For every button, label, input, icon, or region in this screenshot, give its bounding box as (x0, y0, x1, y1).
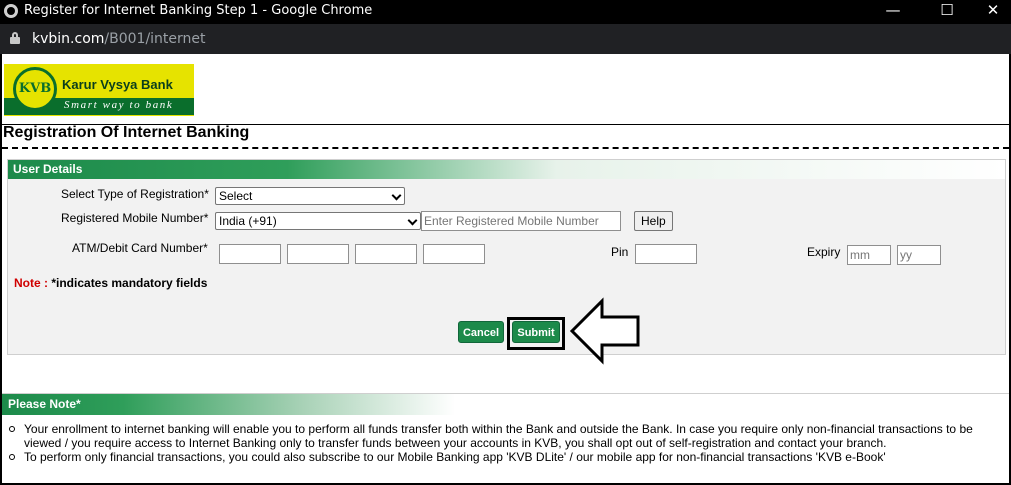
country-code-value: India (+91) (219, 214, 277, 228)
window-titlebar: Register for Internet Banking Step 1 - G… (0, 0, 1011, 24)
country-code-select[interactable]: India (+91) (215, 212, 421, 230)
card-number-part-1[interactable] (219, 244, 281, 264)
page-content: KVB Karur Vysya Bank Smart way to bank R… (2, 54, 1009, 483)
chrome-globe-icon (4, 4, 18, 18)
note-prefix: Note : (14, 276, 52, 290)
window-title: Register for Internet Banking Step 1 - G… (24, 3, 373, 18)
lock-icon[interactable] (10, 32, 20, 44)
registration-type-value: Select (219, 189, 253, 203)
url-text[interactable]: kvbin.com/B001/internet (32, 31, 206, 47)
pin-label: Pin (611, 245, 629, 259)
card-number-part-4[interactable] (423, 244, 485, 264)
cancel-button[interactable]: Cancel (458, 321, 504, 343)
mobile-number-label: Registered Mobile Number* (61, 211, 209, 225)
list-item: Your enrollment to internet banking will… (6, 422, 1001, 450)
expiry-year-input[interactable]: yy (897, 245, 941, 265)
user-details-heading: User Details (8, 160, 1005, 179)
logo-tagline: Smart way to bank (64, 99, 174, 111)
expiry-month-input[interactable]: mm (847, 245, 891, 265)
registration-type-label: Select Type of Registration* (61, 187, 209, 201)
maximize-button[interactable]: ☐ (924, 0, 970, 24)
expiry-label: Expiry (807, 245, 841, 259)
mandatory-note: Note : *indicates mandatory fields (14, 276, 207, 290)
please-note-list: Your enrollment to internet banking will… (6, 422, 1001, 464)
note-text: *indicates mandatory fields (51, 276, 208, 290)
chevron-down-icon (391, 190, 402, 201)
url-path: /B001/internet (104, 31, 206, 47)
list-item: To perform only financial transactions, … (6, 450, 1001, 464)
submit-button[interactable]: Submit (512, 321, 560, 343)
card-number-part-2[interactable] (287, 244, 349, 264)
please-note-heading: Please Note* (2, 394, 1009, 415)
logo-emblem: KVB (13, 67, 57, 111)
user-details-panel: User Details Select Type of Registration… (7, 159, 1006, 365)
url-host: kvbin.com (32, 31, 105, 47)
logo-bank-name: Karur Vysya Bank (62, 77, 173, 92)
registration-type-select[interactable]: Select (215, 187, 405, 205)
pin-input[interactable] (635, 244, 697, 264)
page-title: Registration Of Internet Banking (3, 124, 250, 141)
address-bar[interactable]: kvbin.com/B001/internet (0, 24, 1011, 54)
kvb-logo[interactable]: KVB Karur Vysya Bank Smart way to bank (4, 64, 194, 116)
minimize-button[interactable]: — (870, 0, 916, 24)
mobile-number-input[interactable]: Enter Registered Mobile Number (421, 211, 621, 231)
chevron-down-icon (407, 215, 418, 226)
help-button[interactable]: Help (634, 211, 673, 231)
card-number-part-3[interactable] (355, 244, 417, 264)
close-button[interactable]: ✕ (970, 0, 1011, 24)
card-number-label: ATM/Debit Card Number* (72, 241, 208, 255)
arrow-left-icon (569, 297, 640, 365)
dashed-divider (2, 147, 1009, 149)
